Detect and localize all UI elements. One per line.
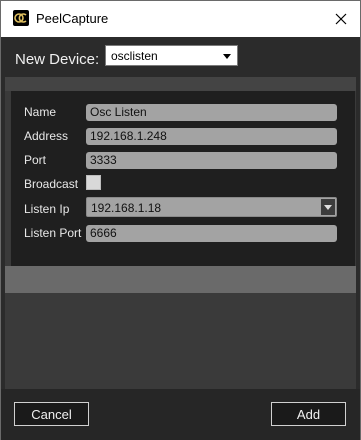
broadcast-label: Broadcast bbox=[24, 177, 79, 191]
address-label: Address bbox=[24, 129, 69, 143]
window-title: PeelCapture bbox=[36, 11, 109, 26]
device-type-row: New Device: osclisten bbox=[1, 37, 360, 77]
list-header bbox=[5, 77, 356, 91]
cancel-button[interactable]: Cancel bbox=[14, 402, 89, 426]
dialog-window: PeelCapture New Device: osclisten Name O… bbox=[0, 0, 361, 440]
device-type-select[interactable]: osclisten bbox=[105, 45, 238, 66]
add-button[interactable]: Add bbox=[271, 402, 346, 426]
device-settings-form: Name Osc Listen Address 192.168.1.248 Po… bbox=[11, 91, 355, 266]
chevron-down-icon bbox=[223, 54, 231, 59]
listen-ip-label: Listen Ip bbox=[24, 202, 70, 216]
listen-ip-select[interactable]: 192.168.1.18 bbox=[86, 197, 337, 217]
port-field[interactable]: 3333 bbox=[86, 152, 337, 169]
listen-port-label: Listen Port bbox=[24, 226, 82, 240]
dialog-footer: Cancel Add bbox=[1, 389, 360, 440]
close-icon bbox=[335, 13, 347, 25]
name-field[interactable]: Osc Listen bbox=[86, 104, 337, 121]
broadcast-checkbox[interactable] bbox=[86, 175, 101, 190]
listen-ip-value: 192.168.1.18 bbox=[91, 201, 162, 215]
peelcapture-logo-icon bbox=[13, 10, 29, 26]
content-area: Name Osc Listen Address 192.168.1.248 Po… bbox=[5, 77, 356, 389]
device-type-value: osclisten bbox=[111, 49, 158, 63]
dropdown-button[interactable] bbox=[321, 199, 335, 215]
new-device-label: New Device: bbox=[15, 51, 100, 68]
listen-port-field[interactable]: 6666 bbox=[86, 225, 337, 242]
address-field[interactable]: 192.168.1.248 bbox=[86, 128, 337, 145]
title-bar: PeelCapture bbox=[1, 1, 360, 37]
close-button[interactable] bbox=[328, 6, 354, 32]
name-label: Name bbox=[24, 105, 57, 119]
chevron-down-icon bbox=[324, 205, 332, 210]
list-item bbox=[5, 266, 356, 293]
port-label: Port bbox=[24, 153, 47, 167]
